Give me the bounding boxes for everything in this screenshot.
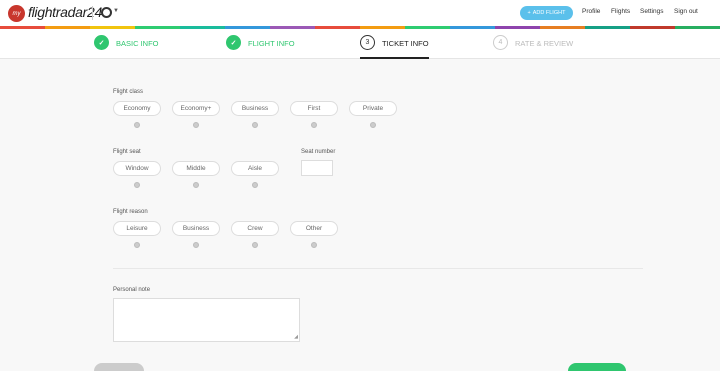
radio-crew[interactable] [252,242,258,248]
personal-note-textarea[interactable]: ◢ [113,298,300,342]
class-option-economy[interactable]: Economy [113,101,161,116]
step-flight-info[interactable]: ✓ FLIGHT INFO [226,35,295,59]
radio-aisle[interactable] [252,182,258,188]
header-divider [92,6,93,20]
wizard-steps: ✓ BASIC INFO ✓ FLIGHT INFO 3 TICKET INFO… [0,29,720,59]
logo-badge[interactable]: my [8,5,25,22]
seat-option-window[interactable]: Window [113,161,161,176]
check-icon: ✓ [226,35,241,50]
top-bar: my flightradar24 ▼ + ADD FLIGHT Profile … [0,0,720,26]
radio-economy-plus[interactable] [193,122,199,128]
add-flight-label: ADD FLIGHT [532,10,566,16]
check-icon: ✓ [94,35,109,50]
reason-option-leisure[interactable]: Leisure [113,221,161,236]
class-option-first[interactable]: First [290,101,338,116]
step-ticket-info[interactable]: 3 TICKET INFO [360,35,429,59]
flight-class-label: Flight class [113,89,144,95]
nav-sign-out[interactable]: Sign out [674,8,698,15]
caret-down-icon[interactable]: ▼ [113,8,119,14]
reason-option-other[interactable]: Other [290,221,338,236]
step-label: TICKET INFO [382,39,429,48]
radio-business[interactable] [252,122,258,128]
seat-option-middle[interactable]: Middle [172,161,220,176]
reason-option-business[interactable]: Business [172,221,220,236]
seat-option-aisle[interactable]: Aisle [231,161,279,176]
radio-first[interactable] [311,122,317,128]
step-number: 3 [360,35,375,50]
radio-window[interactable] [134,182,140,188]
step-label: BASIC INFO [116,39,159,48]
radio-private[interactable] [370,122,376,128]
step-label: FLIGHT INFO [248,39,295,48]
next-button[interactable] [568,363,626,371]
radio-middle[interactable] [193,182,199,188]
step-basic-info[interactable]: ✓ BASIC INFO [94,35,159,59]
step-number: 4 [493,35,508,50]
radio-economy[interactable] [134,122,140,128]
nav-settings[interactable]: Settings [640,8,664,15]
class-option-private[interactable]: Private [349,101,397,116]
section-divider [113,268,643,269]
nav-profile[interactable]: Profile [582,8,600,15]
reason-option-crew[interactable]: Crew [231,221,279,236]
radio-other[interactable] [311,242,317,248]
radio-leisure[interactable] [134,242,140,248]
nav-flights[interactable]: Flights [611,8,630,15]
logo-text[interactable]: flightradar24 [28,4,102,20]
personal-note-label: Personal note [113,287,151,293]
class-option-business[interactable]: Business [231,101,279,116]
flight-reason-label: Flight reason [113,209,148,215]
resize-handle-icon[interactable]: ◢ [294,335,298,340]
radio-reason-business[interactable] [193,242,199,248]
seat-number-label: Seat number [301,149,336,155]
step-label: RATE & REVIEW [515,39,574,48]
flight-seat-label: Flight seat [113,149,141,155]
globe-icon[interactable] [101,7,112,18]
back-button[interactable] [94,363,144,371]
add-flight-button[interactable]: + ADD FLIGHT [520,6,573,20]
seat-number-input[interactable] [301,160,333,176]
plus-icon: + [527,10,531,16]
step-rate-review[interactable]: 4 RATE & REVIEW [493,35,573,59]
class-option-economy-plus[interactable]: Economy+ [172,101,220,116]
